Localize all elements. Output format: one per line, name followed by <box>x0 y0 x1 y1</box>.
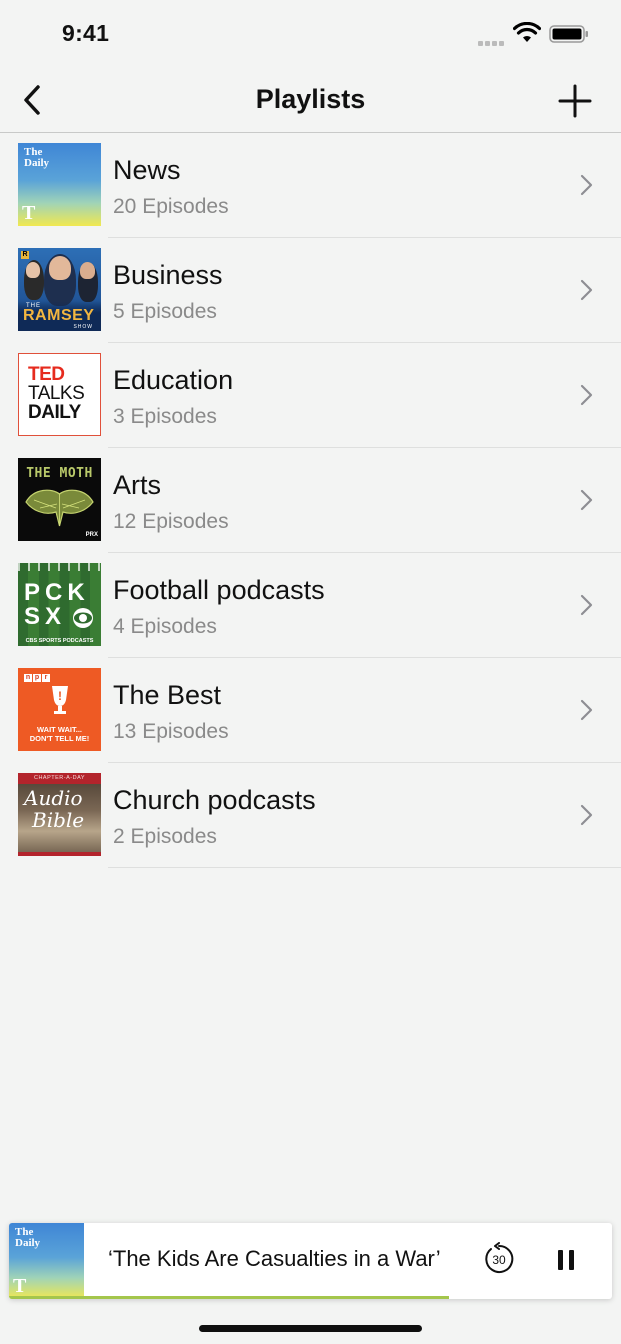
artwork-label: THE MOTH <box>26 466 93 481</box>
audio-bible-artwork: CHAPTER-A-DAY Audio Bible <box>18 773 101 856</box>
nyt-logo-icon: T <box>13 1275 27 1297</box>
artwork-label: CBS SPORTS PODCASTS <box>25 638 94 644</box>
row-divider <box>108 867 621 868</box>
the-daily-artwork: The Daily T <box>18 143 101 226</box>
pick-six-artwork: PCK SX CBS SPORTS PODCASTS <box>18 563 101 646</box>
episode-count: 2 Episodes <box>113 825 217 848</box>
npr-letter: n <box>24 674 32 682</box>
episode-count: 13 Episodes <box>113 720 229 743</box>
playlist-row-arts[interactable]: THE MOTH PRX Arts 12 Episodes <box>0 448 621 553</box>
pause-button[interactable] <box>551 1245 581 1275</box>
artwork-label: PRX <box>85 532 98 538</box>
add-playlist-button[interactable] <box>553 79 597 123</box>
playlist-title: Education <box>113 365 234 395</box>
chevron-right-icon <box>580 384 593 406</box>
episode-count: 5 Episodes <box>113 300 217 323</box>
artwork-label: Bible <box>32 808 85 832</box>
playlist-list: The Daily T News 20 Episodes R THE RAMSE… <box>0 133 621 868</box>
artwork-label: DAILY <box>28 402 81 423</box>
npr-letter: p <box>33 674 41 682</box>
wifi-icon <box>513 22 541 42</box>
home-indicator[interactable] <box>199 1325 422 1332</box>
playlist-title: News <box>113 155 181 185</box>
cellular-signal-icon <box>478 33 508 46</box>
skip-back-30-button[interactable]: 30 <box>482 1242 516 1276</box>
playlist-row-the-best[interactable]: n p r ! WAIT WAIT... DON'T TELL ME! The … <box>0 658 621 763</box>
the-daily-artwork: The Daily T <box>9 1223 84 1299</box>
pause-bar <box>558 1250 563 1270</box>
artwork-label: TED <box>28 364 65 385</box>
chevron-right-icon <box>580 699 593 721</box>
artwork-label: PCK <box>24 579 90 606</box>
the-moth-artwork: THE MOTH PRX <box>18 458 101 541</box>
now-playing-title: ‘The Kids Are Casualties in a War’ <box>108 1246 441 1271</box>
chevron-right-icon <box>580 279 593 301</box>
artwork-label: RAMSEY <box>23 307 95 324</box>
artwork-label: TALKS <box>28 383 85 404</box>
moth-icon <box>25 489 94 527</box>
status-time: 9:41 <box>62 20 110 46</box>
page-title: Playlists <box>255 84 366 114</box>
artwork-label: SX <box>24 603 67 630</box>
playlist-title: Business <box>113 260 223 290</box>
playback-progress-fill <box>9 1296 450 1299</box>
playlist-title: Arts <box>113 470 162 500</box>
playlist-row-church-podcasts[interactable]: CHAPTER-A-DAY Audio Bible Church podcast… <box>0 763 621 868</box>
artwork-label: DON'T TELL ME! <box>29 734 90 743</box>
cbs-eye-icon <box>73 608 93 628</box>
wait-wait-artwork: n p r ! WAIT WAIT... DON'T TELL ME! <box>18 668 101 751</box>
episode-count: 20 Episodes <box>113 195 229 218</box>
ramsey-show-artwork: R THE RAMSEY SHOW <box>18 248 101 331</box>
episode-count: 12 Episodes <box>113 510 229 533</box>
navigation-bar: Playlists <box>0 70 621 133</box>
ted-talks-daily-artwork: TED TALKS DAILY <box>18 353 101 436</box>
status-bar: 9:41 <box>0 0 621 70</box>
artwork-label: WAIT WAIT... <box>37 725 82 734</box>
playlist-row-football-podcasts[interactable]: PCK SX CBS SPORTS PODCASTS Football podc… <box>0 553 621 658</box>
playlist-title: Football podcasts <box>113 575 325 605</box>
skip-label: 30 <box>492 1253 506 1267</box>
playlist-title: The Best <box>113 680 222 710</box>
chevron-right-icon <box>580 594 593 616</box>
rewind-30-icon: 30 <box>485 1242 514 1273</box>
chevron-right-icon <box>580 804 593 826</box>
artwork-label: Audio Bible <box>24 787 84 831</box>
plus-icon <box>558 84 592 118</box>
artwork-label: WAIT WAIT... DON'T TELL ME! <box>18 725 101 743</box>
npr-logo: n p r <box>24 674 50 682</box>
episode-count: 3 Episodes <box>113 405 217 428</box>
artwork-label: The Daily <box>15 1226 41 1249</box>
trophy-icon: ! <box>52 686 68 714</box>
nyt-logo-icon: T <box>22 202 36 224</box>
playlist-title: Church podcasts <box>113 785 316 815</box>
playlist-row-education[interactable]: TED TALKS DAILY Education 3 Episodes <box>0 343 621 448</box>
artwork-label: SHOW <box>73 324 93 330</box>
chevron-right-icon <box>580 489 593 511</box>
npr-letter: r <box>42 674 50 682</box>
mini-player[interactable]: The Daily T ‘The Kids Are Casualties in … <box>9 1223 612 1299</box>
playback-progress[interactable] <box>9 1296 612 1299</box>
artwork-label: The Daily <box>24 146 50 169</box>
battery-icon <box>549 25 588 43</box>
artwork-label: Audio <box>24 786 83 810</box>
artwork-label: CHAPTER-A-DAY <box>18 773 101 784</box>
svg-text:!: ! <box>58 689 62 703</box>
pause-bar <box>569 1250 574 1270</box>
ramsey-badge: R <box>21 251 29 259</box>
chevron-right-icon <box>580 174 593 196</box>
playlist-row-business[interactable]: R THE RAMSEY SHOW Business 5 Episodes <box>0 238 621 343</box>
episode-count: 4 Episodes <box>113 615 217 638</box>
playlist-row-news[interactable]: The Daily T News 20 Episodes <box>0 133 621 238</box>
